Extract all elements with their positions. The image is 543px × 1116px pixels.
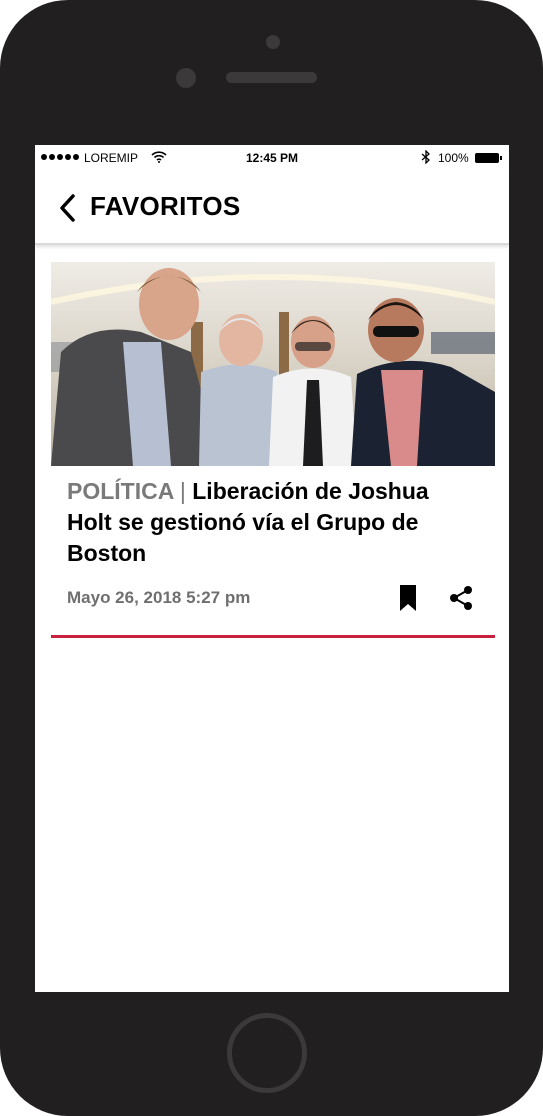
battery-percent: 100% [438,151,469,165]
proximity-sensor [176,68,196,88]
home-button[interactable] [227,1013,307,1093]
bookmark-icon[interactable] [398,584,418,612]
phone-frame: LOREMIP 12:45 PM 100% FAVORITOS POLÍTICA… [0,0,543,1116]
app-header: FAVORITOS [35,171,509,245]
article-date: Mayo 26, 2018 5:27 pm [67,588,251,607]
article-category: POLÍTICA [67,478,174,504]
article-card[interactable]: POLÍTICA | Liberación de Joshua Holt se … [51,262,495,638]
app-screen: LOREMIP 12:45 PM 100% FAVORITOS POLÍTICA… [35,145,509,992]
article-photo[interactable] [51,262,495,466]
article-photo-illustration [51,262,495,466]
share-icon[interactable] [448,585,474,611]
battery-icon [475,153,502,163]
article-headline[interactable]: POLÍTICA | Liberación de Joshua Holt se … [67,476,477,569]
status-bar: LOREMIP 12:45 PM 100% [35,145,509,171]
earpiece-speaker [226,72,317,83]
category-separator: | [179,478,186,504]
article-divider [51,635,495,638]
front-camera [266,35,280,49]
bluetooth-icon [421,150,430,164]
chevron-left-icon[interactable] [57,193,77,223]
page-title: FAVORITOS [90,191,241,221]
